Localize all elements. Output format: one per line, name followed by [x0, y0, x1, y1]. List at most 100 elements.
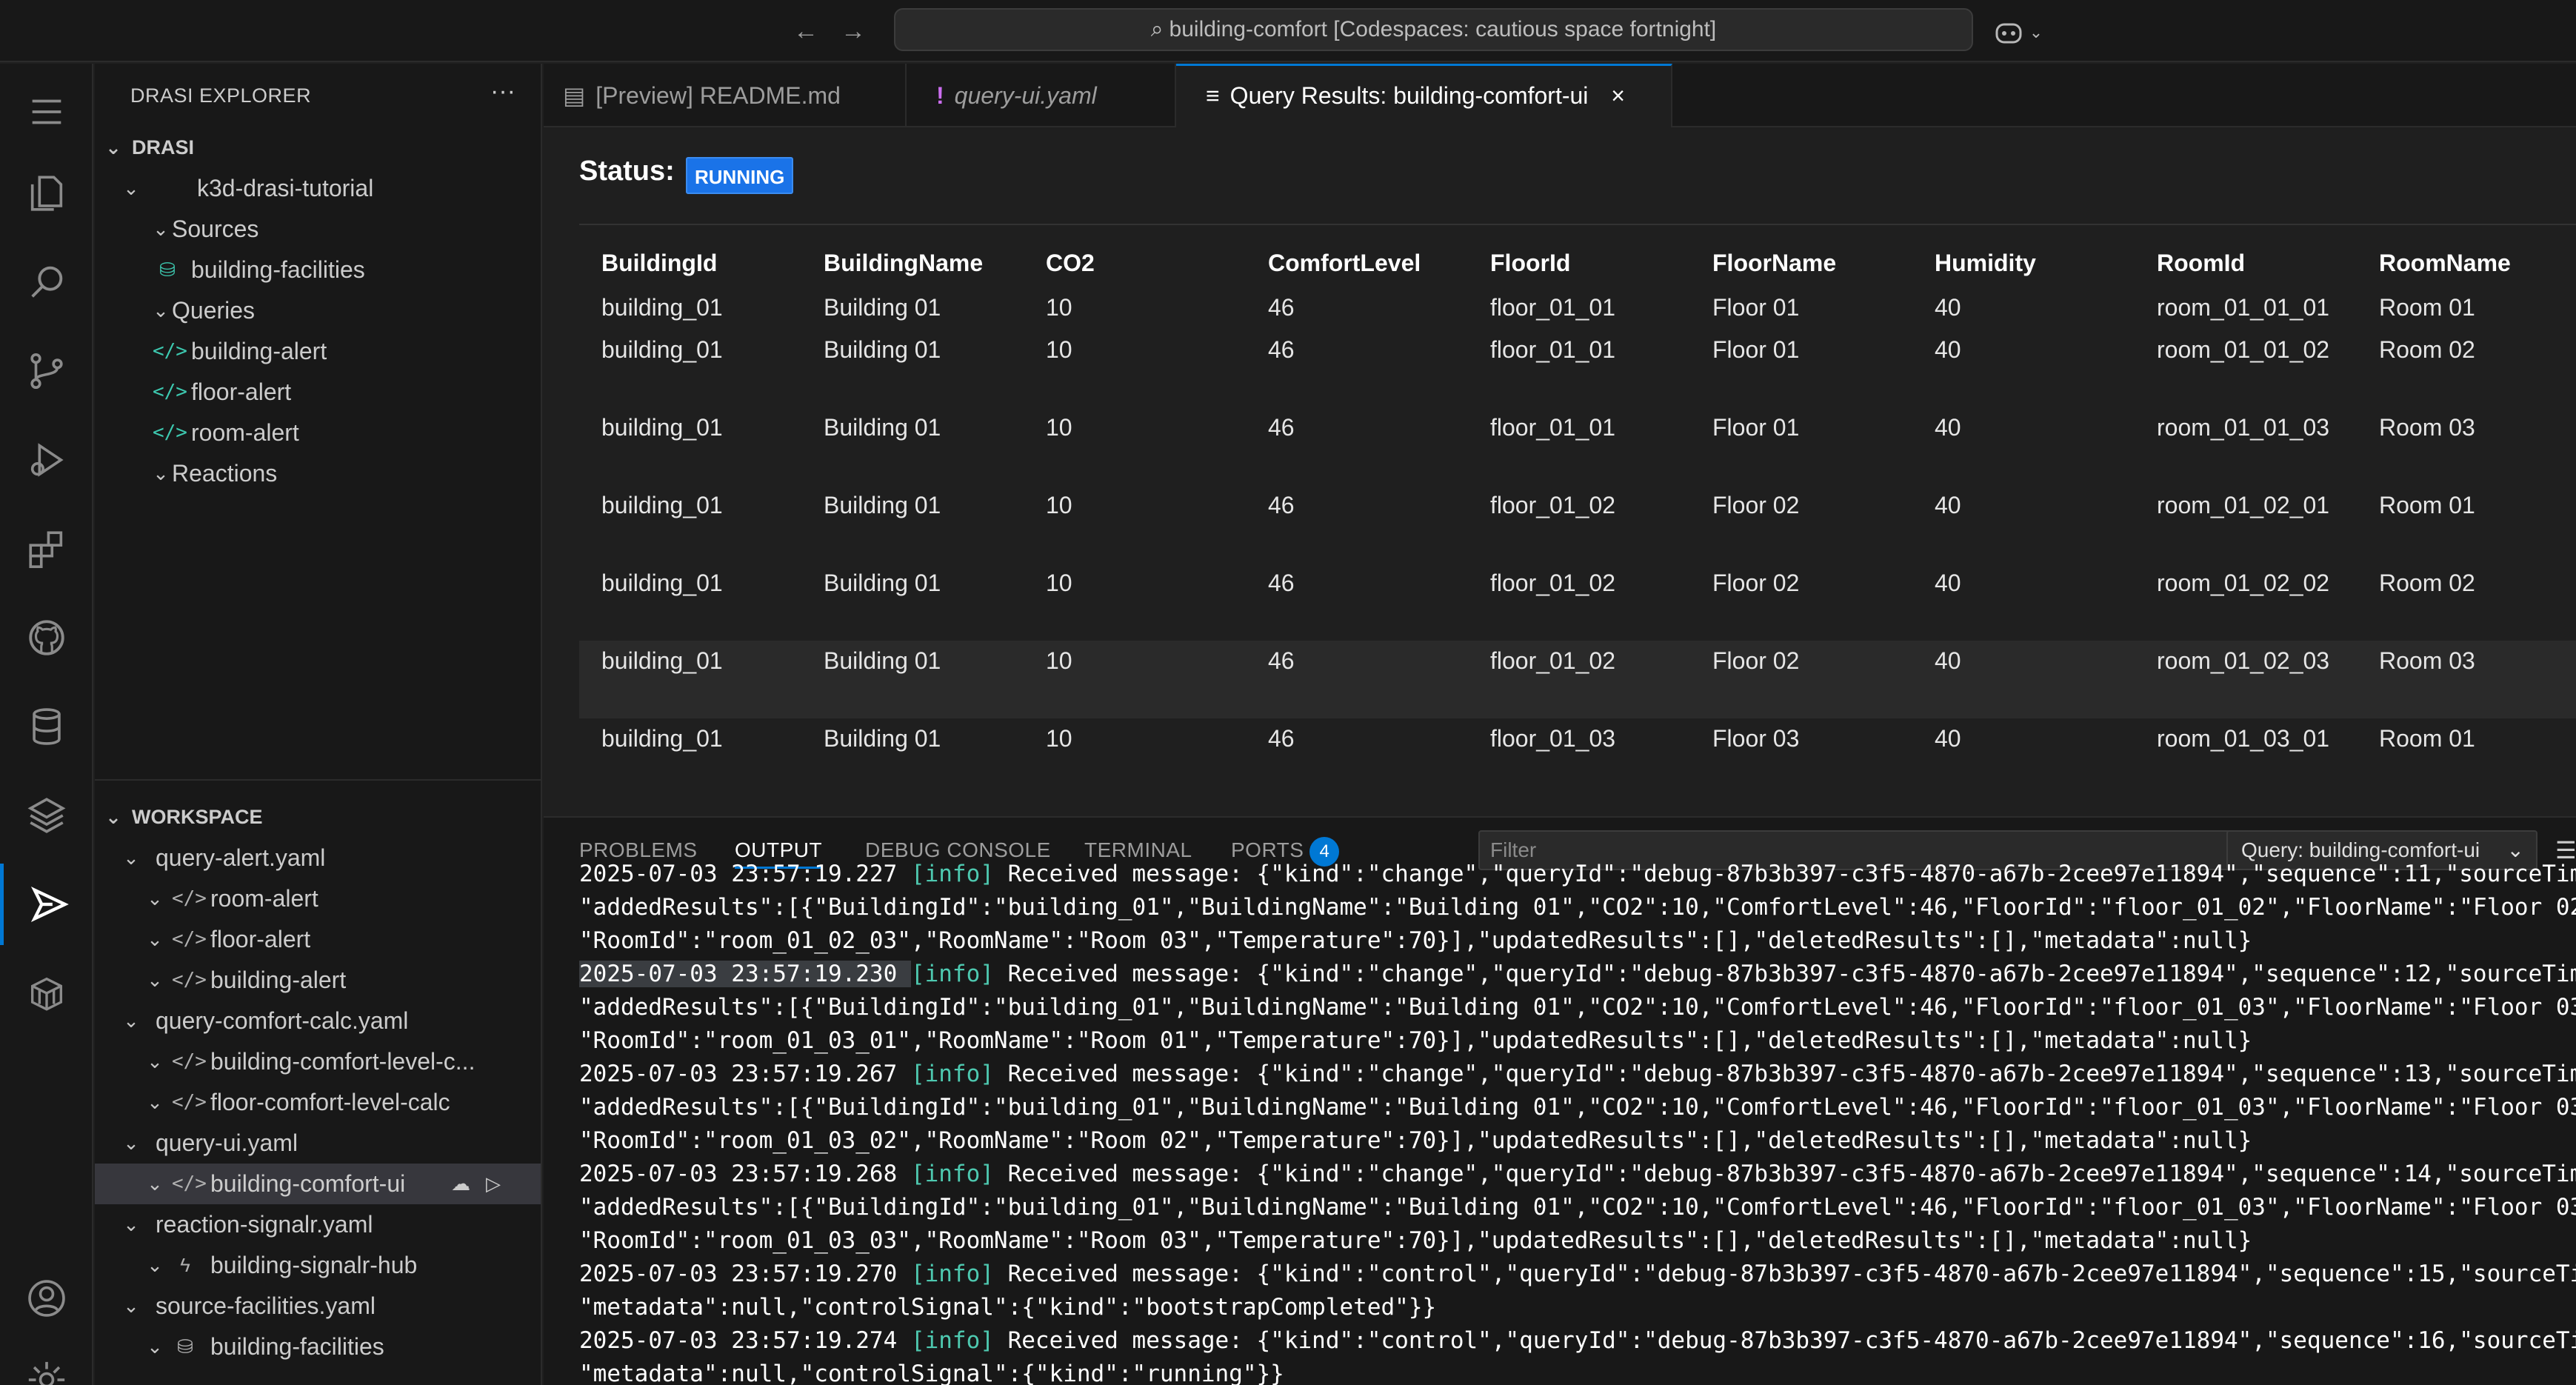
- log-line: "addedResults":[{"BuildingId":"building_…: [579, 1194, 2576, 1221]
- tree-item-sources[interactable]: ⌄ Sources: [95, 209, 541, 250]
- command-center[interactable]: ⌕ building-comfort [Codespaces: cautious …: [894, 8, 1973, 51]
- table-cell: Room 01: [2379, 492, 2475, 518]
- section-divider: [95, 779, 541, 781]
- github-icon[interactable]: [0, 597, 93, 678]
- file-label: reaction-signalr.yaml: [156, 1211, 373, 1238]
- search-icon[interactable]: [0, 241, 93, 323]
- title-bar: ← → ⌕ building-comfort [Codespaces: cauti…: [0, 0, 2576, 62]
- table-cell: building_01: [601, 414, 723, 441]
- file-label: source-facilities.yaml: [156, 1292, 376, 1319]
- column-header: BuildingName: [824, 250, 984, 276]
- workspace-section-header[interactable]: ⌄ WORKSPACE: [95, 797, 541, 838]
- table-row[interactable]: building_01 Building 01 10 46 floor_01_01 Flo…: [579, 330, 2576, 407]
- table-cell: Building 01: [824, 570, 941, 596]
- drasi-icon[interactable]: [0, 864, 93, 945]
- package-icon[interactable]: [0, 952, 93, 1034]
- table-row[interactable]: building_01 Building 01 10 46 floor_01_02 Flo…: [579, 563, 2576, 641]
- arrow-right-icon[interactable]: →: [837, 15, 870, 47]
- log-line: "addedResults":[{"BuildingId":"building_…: [579, 1094, 2576, 1121]
- table-cell: room_01_02_01: [2157, 492, 2330, 518]
- tree-item-query[interactable]: </> building-alert: [95, 331, 541, 372]
- explorer-icon[interactable]: [0, 153, 93, 234]
- table-cell: building_01: [601, 294, 723, 321]
- tree-item-queries[interactable]: ⌄ Queries: [95, 290, 541, 331]
- cloud-upload-icon[interactable]: ☁: [447, 1164, 474, 1204]
- workspace-file[interactable]: ⌄ query-alert.yaml: [95, 838, 541, 878]
- workspace-file[interactable]: ⌄ reaction-signalr.yaml: [95, 1204, 541, 1245]
- section-label: WORKSPACE: [132, 806, 263, 828]
- log-line: 2025-07-03 23:57:19.267 [info] Received …: [579, 1061, 2576, 1087]
- workspace-query[interactable]: ⌄ </> building-comfort-level-c...: [95, 1041, 541, 1082]
- tab-readme-preview[interactable]: ▤ [Preview] README.md: [544, 64, 907, 127]
- column-header: RoomName: [2379, 250, 2511, 276]
- workspace-query-selected[interactable]: ⌄ </> building-comfort-ui ☁ ▷: [95, 1164, 541, 1204]
- workspace-source[interactable]: ⌄ ⛁ building-facilities: [95, 1326, 541, 1367]
- column-header: BuildingId: [601, 250, 718, 276]
- gear-icon[interactable]: [0, 1339, 93, 1385]
- chevron-down-icon: ⌄: [123, 1213, 139, 1235]
- workspace-file[interactable]: ⌄ source-facilities.yaml: [95, 1286, 541, 1326]
- more-actions-icon[interactable]: ···: [490, 77, 515, 106]
- source-control-icon[interactable]: [0, 330, 93, 412]
- copilot-icon[interactable]: ⌄: [1994, 15, 2053, 47]
- menu-icon[interactable]: [0, 71, 93, 153]
- run-debug-icon[interactable]: [0, 419, 93, 501]
- database-icon[interactable]: [0, 686, 93, 767]
- table-row[interactable]: building_01 Building 01 10 46 floor_01_02 Flo…: [579, 485, 2576, 563]
- database-icon: ⛁: [177, 1335, 193, 1358]
- code-icon: </>: [153, 381, 187, 403]
- table-cell: 40: [1935, 414, 1961, 441]
- table-row[interactable]: building_01 Building 01 10 46 floor_01_01 Flo…: [579, 407, 2576, 485]
- workspace-query[interactable]: ⌄ </> room-alert: [95, 878, 541, 919]
- code-icon: </>: [153, 340, 187, 362]
- table-row[interactable]: building_01 Building 01 10 46 floor_01_01 Flo…: [579, 287, 2576, 330]
- table-cell: Building 01: [824, 294, 941, 321]
- tab-label: Query Results: building-comfort-ui: [1229, 82, 1589, 109]
- log-line: "RoomId":"room_01_02_03","RoomName":"Roo…: [579, 927, 2252, 954]
- code-icon: </>: [172, 1050, 207, 1072]
- drasi-section-header[interactable]: ⌄ DRASI: [95, 127, 541, 168]
- tree-item-label: k3d-drasi-tutorial: [197, 175, 374, 201]
- table-row[interactable]: building_01 Building 01 10 46 floor_01_03 Flo…: [579, 718, 2576, 796]
- tree-item-label: floor-comfort-level-calc: [210, 1089, 450, 1115]
- table-header: BuildingId BuildingName CO2 ComfortLevel Flo…: [579, 238, 2576, 287]
- tree-item-cluster[interactable]: ⌄ k3d-drasi-tutorial: [95, 168, 541, 209]
- tree-item-reactions[interactable]: ⌄ Reactions: [95, 453, 541, 494]
- account-icon[interactable]: [0, 1258, 93, 1339]
- workspace-query[interactable]: ⌄ </> floor-comfort-level-calc: [95, 1082, 541, 1123]
- chevron-down-icon: ⌄: [123, 1295, 139, 1317]
- close-icon[interactable]: ×: [1611, 82, 1625, 109]
- table-cell: floor_01_01: [1490, 336, 1616, 363]
- table-cell: 40: [1935, 725, 1961, 752]
- search-icon: ⌕: [1150, 17, 1164, 41]
- table-row[interactable]: building_01 Building 01 10 46 floor_01_02 Flo…: [579, 641, 2576, 718]
- workspace-query[interactable]: ⌄ </> floor-alert: [95, 919, 541, 960]
- chevron-down-icon: ⌄: [123, 847, 139, 869]
- tab-query-results[interactable]: ≡ Query Results: building-comfort-ui ×: [1176, 64, 1672, 127]
- tree-item-label: floor-alert: [210, 926, 311, 952]
- arrow-left-icon[interactable]: ←: [790, 15, 822, 47]
- table-cell: floor_01_02: [1490, 570, 1616, 596]
- tree-item-source[interactable]: ⛁ building-facilities: [95, 250, 541, 290]
- tree-item-query[interactable]: </> floor-alert: [95, 372, 541, 413]
- warning-marker: !: [936, 82, 944, 109]
- table-cell: Room 02: [2379, 336, 2475, 363]
- table-cell: 46: [1268, 294, 1295, 321]
- sidebar-title: DRASI EXPLORER: [130, 84, 312, 107]
- workspace-file[interactable]: ⌄ query-ui.yaml: [95, 1123, 541, 1164]
- tab-query-ui-yaml[interactable]: ! query-ui.yaml: [907, 64, 1176, 127]
- tree-item-query[interactable]: </> room-alert: [95, 413, 541, 453]
- code-icon: </>: [172, 1172, 207, 1195]
- table-cell: building_01: [601, 570, 723, 596]
- table-cell: room_01_01_03: [2157, 414, 2330, 441]
- divider: [579, 224, 2576, 225]
- tab-label: query-ui.yaml: [954, 82, 1097, 109]
- debug-run-icon[interactable]: ▷: [480, 1164, 507, 1204]
- workspace-query[interactable]: ⌄ </> building-alert: [95, 960, 541, 1001]
- extensions-icon[interactable]: [0, 508, 93, 590]
- tree-item-label: floor-alert: [191, 378, 292, 405]
- table-cell: room_01_02_03: [2157, 647, 2330, 674]
- workspace-file[interactable]: ⌄ query-comfort-calc.yaml: [95, 1001, 541, 1041]
- layers-icon[interactable]: [0, 775, 93, 856]
- workspace-reaction[interactable]: ⌄ ϟ building-signalr-hub: [95, 1245, 541, 1286]
